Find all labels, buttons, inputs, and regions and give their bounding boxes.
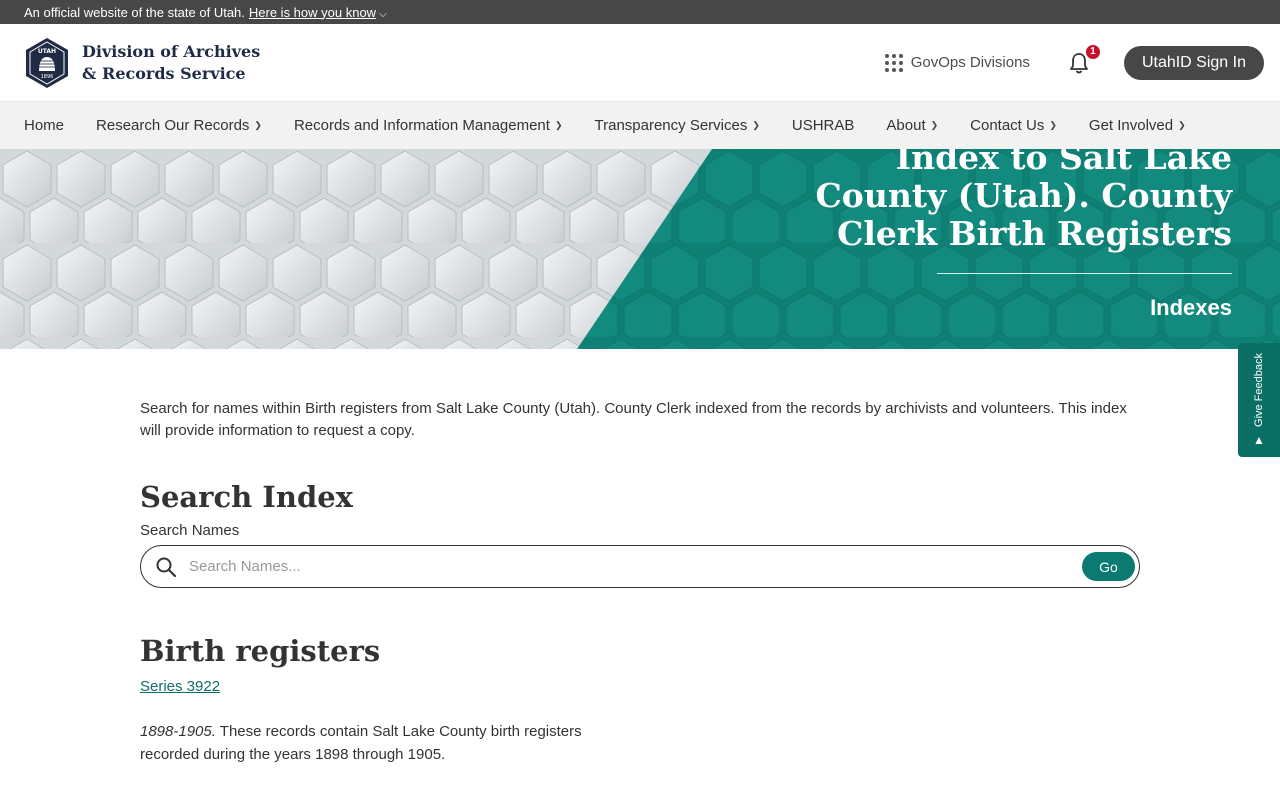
series-link[interactable]: Series 3922 [140,678,220,695]
seal-text-top: UTAH [38,48,56,55]
chevron-down-icon: ❯ [1178,120,1186,130]
chevron-down-icon: ⌵ [379,8,387,20]
notification-badge: 1 [1085,44,1100,59]
go-button[interactable]: Go [1082,552,1135,581]
how-you-know-link[interactable]: Here is how you know ⌵ [249,5,387,20]
nav-item-ushrab[interactable]: USHRAB [792,117,855,134]
govops-divisions-button[interactable]: GovOps Divisions [884,53,1030,72]
search-box: Go [140,545,1140,588]
brand-name: Division of Archives & Records Service [82,41,260,85]
search-icon [156,557,177,577]
main-content: Search for names within Birth registers … [140,398,1140,766]
nav-item-transparency-services[interactable]: Transparency Services ❯ [595,117,760,134]
brand-line-1: Division of Archives [82,41,261,61]
govops-label: GovOps Divisions [910,54,1030,71]
feedback-label: Give Feedback [1253,353,1265,427]
search-index-heading: Search Index [140,480,353,514]
official-banner: An official website of the state of Utah… [0,0,1280,24]
chevron-down-icon: ❯ [554,120,563,130]
series-dates: 1898-1905. [140,723,216,740]
nav-item-contact-us[interactable]: Contact Us ❯ [970,117,1057,134]
main-nav: Home Research Our Records ❯ Records and I… [0,102,1280,149]
utah-seal-icon: UTAH 1896 [26,37,68,88]
page-title: Index to Salt Lake County (Utah). County… [815,149,1232,253]
intro-text: Search for names within Birth registers … [140,400,1127,439]
page-subtitle: Indexes [1150,295,1232,320]
site-header: UTAH 1896 Division of Archives & Records… [0,24,1280,102]
hero-divider [937,273,1232,274]
notifications-button[interactable]: 1 [1068,44,1100,75]
nav-item-home[interactable]: Home [24,117,64,134]
hero-banner: Index to Salt Lake County (Utah). County… [0,149,1280,349]
header-actions: GovOps Divisions 1 UtahID Sign In [884,44,1264,80]
chevron-down-icon: ❯ [930,120,939,130]
nav-item-about[interactable]: About ❯ [886,117,938,134]
nav-item-records-information-management[interactable]: Records and Information Management ❯ [294,117,563,134]
nav-item-research-our-records[interactable]: Research Our Records ❯ [96,117,262,134]
megaphone-icon: ▲ [1253,432,1265,447]
chevron-down-icon: ❯ [752,120,760,130]
site-logo[interactable]: UTAH 1896 Division of Archives & Records… [24,37,260,89]
brand-line-2: & Records Service [82,63,246,83]
give-feedback-tab[interactable]: Give Feedback ▲ [1238,343,1280,457]
search-names-label: Search Names [140,522,240,539]
chevron-down-icon: ❯ [254,120,262,130]
grid-dots-icon [884,53,903,72]
chevron-down-icon: ❯ [1049,120,1057,130]
birth-registers-heading: Birth registers [140,634,381,668]
nav-item-get-involved[interactable]: Get Involved ❯ [1089,117,1186,134]
seal-text-bottom: 1896 [41,74,54,80]
official-banner-text: An official website of the state of Utah… [24,4,245,20]
search-input[interactable] [189,558,1082,575]
series-description: 1898-1905. These records contain Salt La… [140,720,600,766]
utahid-signin-button[interactable]: UtahID Sign In [1123,45,1264,80]
